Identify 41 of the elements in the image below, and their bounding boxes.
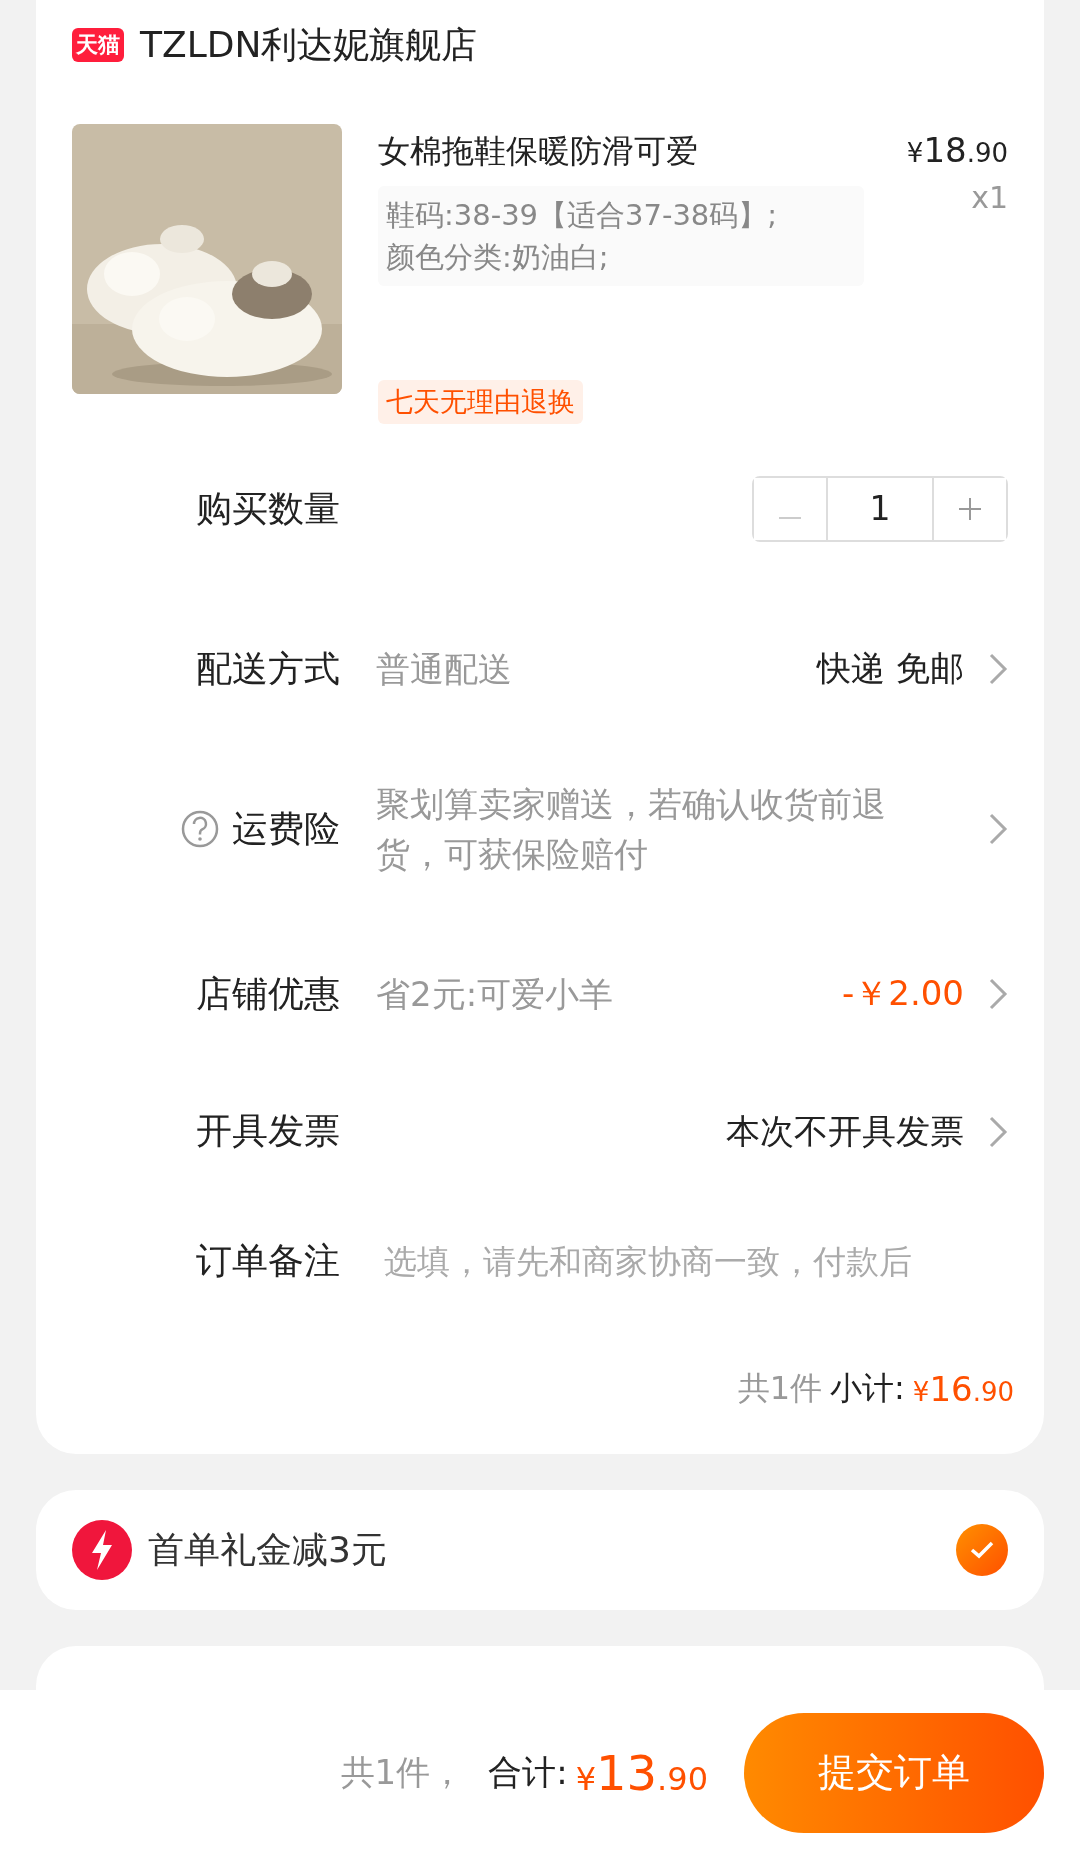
row-label: 订单备注 bbox=[196, 1239, 340, 1283]
chevron-right-icon bbox=[988, 652, 1008, 686]
row-detail: 普通配送 bbox=[376, 648, 513, 691]
minus-icon bbox=[779, 516, 801, 520]
row-label: 店铺优惠 bbox=[196, 971, 340, 1016]
return-policy-tag: 七天无理由退换 bbox=[378, 380, 583, 424]
row-detail: 省2元:可爱小羊 bbox=[376, 973, 615, 1016]
product-specs: 鞋码:38-39【适合37-38码】; 颜色分类:奶油白; bbox=[378, 186, 864, 286]
row-value: 快递 免邮 bbox=[817, 647, 964, 690]
row-label: 购买数量 bbox=[196, 486, 340, 531]
quantity-text: x1 bbox=[970, 180, 1008, 215]
option-row[interactable]: 开具发票 本次不开具发票 bbox=[36, 1064, 1044, 1199]
discount-amount: -￥2.00 bbox=[842, 972, 964, 1015]
item-count: 共1件， bbox=[340, 1750, 465, 1794]
plus-icon bbox=[959, 498, 981, 520]
total-amount: ¥13.90 bbox=[575, 1744, 708, 1801]
tmall-badge: 天猫 bbox=[72, 28, 124, 62]
chevron-right-icon bbox=[988, 812, 1008, 846]
store-name[interactable]: TZLDN利达妮旗舰店 bbox=[140, 20, 478, 70]
chevron-right-icon bbox=[988, 1114, 1008, 1149]
row-detail: 聚划算卖家赠送，若确认收货前退货，可获保险赔付 bbox=[376, 783, 887, 876]
coupon-text: 首单礼金减3元 bbox=[148, 1527, 388, 1572]
subtotal-amount: ¥16.90 bbox=[912, 1369, 1014, 1409]
total-label: 合计: bbox=[488, 1750, 568, 1794]
subtotal-label: 小计: bbox=[830, 1368, 905, 1409]
row-value: 本次不开具发票 bbox=[726, 1109, 964, 1153]
row-label: 配送方式 bbox=[196, 646, 340, 691]
unit-price: ¥18.90 bbox=[905, 130, 1008, 170]
option-row[interactable]: 配送方式 普通配送 快递 免邮 bbox=[36, 604, 1044, 734]
option-row[interactable]: 店铺优惠 省2元:可爱小羊 -￥2.00 bbox=[36, 924, 1044, 1064]
item-count: 共1件 bbox=[737, 1368, 823, 1409]
chevron-right-icon bbox=[988, 977, 1008, 1011]
row-label: 运费险 bbox=[232, 806, 340, 851]
row-label: 开具发票 bbox=[196, 1109, 340, 1153]
checkmark-icon bbox=[969, 1540, 995, 1560]
lightning-icon bbox=[72, 1520, 132, 1580]
help-icon[interactable] bbox=[180, 809, 220, 849]
option-row[interactable]: 运费险 聚划算卖家赠送，若确认收货前退货，可获保险赔付 bbox=[36, 734, 1044, 924]
product-title[interactable]: 女棉拖鞋保暖防滑可爱 bbox=[378, 130, 864, 174]
note-field[interactable]: 选填，请先和商家协商一致，付款后 bbox=[384, 1242, 1008, 1281]
coupon-checkbox[interactable] bbox=[956, 1524, 1008, 1576]
